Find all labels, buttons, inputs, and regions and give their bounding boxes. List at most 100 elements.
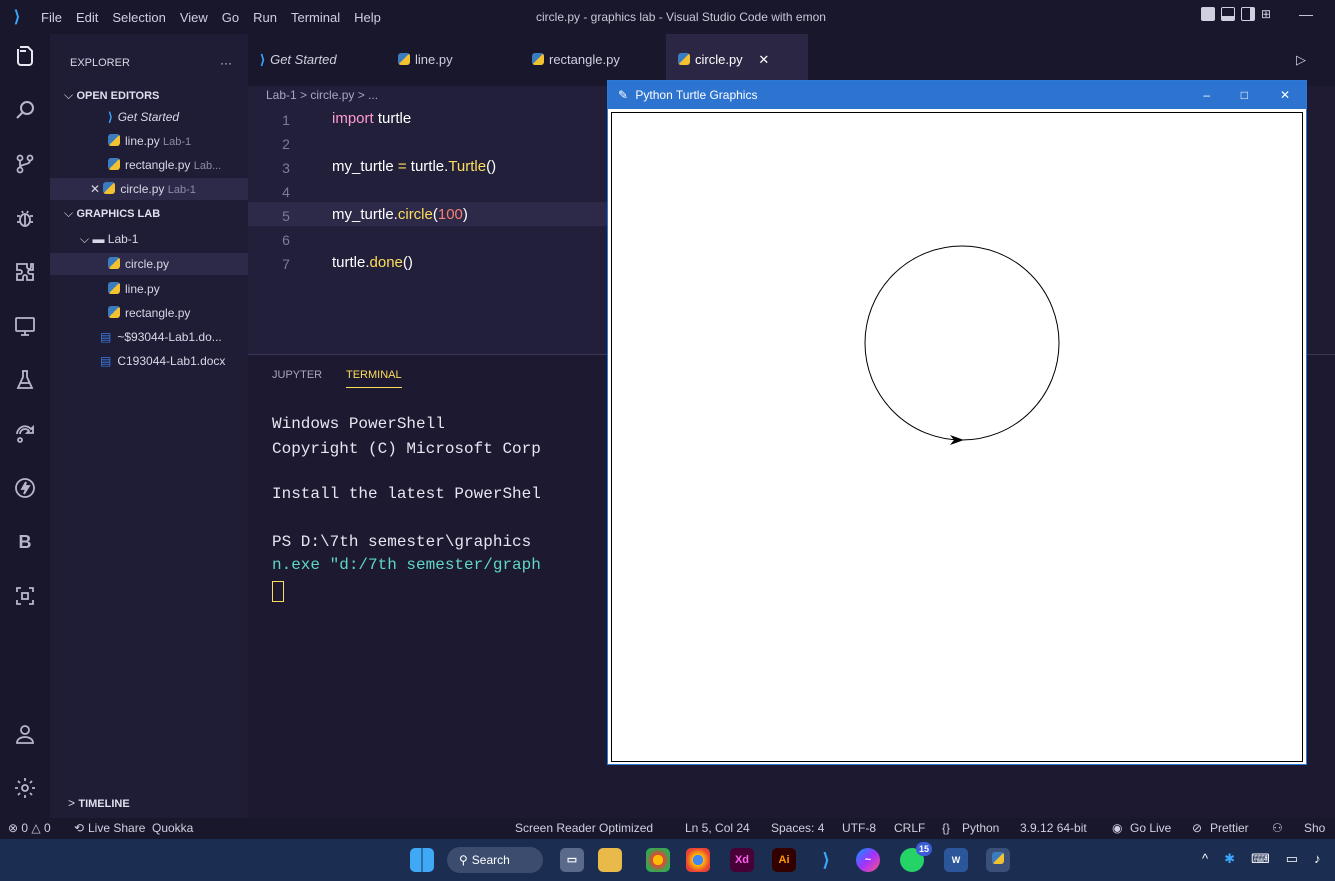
turtle-minimize-button[interactable]: –	[1203, 81, 1210, 109]
menu-go[interactable]: Go	[215, 10, 246, 25]
broadcast-icon: ◉	[1112, 821, 1123, 835]
adobe-xd-icon[interactable]: Xd	[730, 848, 754, 872]
turtle-maximize-button[interactable]: □	[1241, 81, 1248, 109]
accounts-icon[interactable]	[0, 722, 50, 752]
remote-explorer-icon[interactable]	[0, 314, 50, 344]
open-editor-line[interactable]: line.py Lab-1	[108, 130, 248, 152]
tab-jupyter[interactable]: JUPYTER	[272, 369, 322, 381]
run-file-icon[interactable]: ▷	[1296, 34, 1320, 86]
tab-get-started[interactable]: ⟩ Get Started	[248, 34, 386, 86]
folder-lab-1[interactable]: ⌵ ▬ Lab-1	[80, 228, 248, 250]
problems-indicator[interactable]: ⊗ 0 △ 0	[8, 818, 51, 839]
turtle-title-bar[interactable]: ✎ Python Turtle Graphics – □ ✕	[608, 81, 1306, 109]
toggle-secondary-sidebar-icon[interactable]	[1241, 7, 1255, 21]
eol-status[interactable]: CRLF	[894, 818, 925, 839]
qr-scan-icon[interactable]	[0, 584, 50, 614]
menu-terminal[interactable]: Terminal	[284, 10, 347, 25]
workspace-header[interactable]: ⌵ GRAPHICS LAB	[64, 202, 248, 224]
bluetooth-icon[interactable]: ✱	[1224, 851, 1235, 867]
word-icon[interactable]: W	[944, 848, 968, 872]
show-status[interactable]: Sho	[1304, 818, 1325, 839]
network-icon[interactable]: ▭	[1286, 851, 1298, 867]
open-editor-label: rectangle.py	[125, 158, 191, 172]
minimize-window-button[interactable]: —	[1291, 7, 1321, 21]
menu-run[interactable]: Run	[246, 10, 284, 25]
settings-gear-icon[interactable]	[0, 776, 50, 806]
windows-start-icon[interactable]	[410, 848, 434, 872]
chevron-right-icon: >	[68, 796, 79, 810]
code-editor[interactable]: Lab-1 > circle.py > ... 1 2 3 4 5 6 7 im…	[248, 86, 608, 354]
menu-selection[interactable]: Selection	[105, 10, 172, 25]
title-bar: ⟩ File Edit Selection View Go Run Termin…	[0, 0, 1335, 34]
python-interpreter[interactable]: 3.9.12 64-bit	[1020, 818, 1087, 839]
vscode-taskbar-icon[interactable]: ⟩	[814, 848, 838, 872]
python-taskbar-icon[interactable]	[986, 848, 1010, 872]
encoding-status[interactable]: UTF-8	[842, 818, 876, 839]
extensions-icon[interactable]	[0, 260, 50, 290]
tab-terminal[interactable]: TERMINAL	[346, 369, 402, 388]
bookmark-b-icon[interactable]: B	[0, 530, 50, 554]
file-lab-doc[interactable]: ▤ C193044-Lab1.docx	[100, 350, 248, 372]
volume-icon[interactable]: ♪	[1314, 851, 1321, 867]
chrome-profile-icon[interactable]	[686, 848, 710, 872]
menu-view[interactable]: View	[173, 10, 215, 25]
whatsapp-icon[interactable]: 15	[900, 842, 932, 872]
toggle-sidebar-icon[interactable]	[1201, 7, 1215, 21]
taskbar-search[interactable]: ⚲ Search	[447, 847, 543, 873]
close-tab-icon[interactable]: ✕	[758, 52, 769, 67]
go-live-button[interactable]: Go Live	[1130, 818, 1171, 839]
run-debug-icon[interactable]	[0, 206, 50, 236]
quokka-status[interactable]: Quokka	[152, 818, 193, 839]
source-control-icon[interactable]	[0, 152, 50, 182]
messenger-icon[interactable]: ~	[856, 848, 880, 872]
file-circle[interactable]: circle.py	[50, 253, 248, 275]
screen-reader-status[interactable]: Screen Reader Optimized	[515, 818, 653, 839]
toggle-panel-icon[interactable]	[1221, 7, 1235, 21]
quokka-icon[interactable]	[0, 476, 50, 506]
testing-icon[interactable]	[0, 368, 50, 398]
terminal-cursor[interactable]	[272, 581, 284, 602]
close-icon[interactable]: ✕	[90, 182, 103, 196]
task-view-icon[interactable]: ▭	[560, 848, 584, 872]
tab-line[interactable]: line.py	[386, 34, 510, 86]
file-line[interactable]: line.py	[108, 278, 248, 300]
file-rectangle[interactable]: rectangle.py	[108, 302, 248, 324]
live-share-status[interactable]: Live Share	[88, 818, 145, 839]
python-file-icon	[108, 306, 120, 318]
live-share-icon[interactable]	[0, 422, 50, 452]
turtle-close-button[interactable]: ✕	[1280, 81, 1290, 109]
tab-circle[interactable]: circle.py ✕	[666, 34, 808, 86]
turtle-graphics-window[interactable]: ✎ Python Turtle Graphics – □ ✕	[607, 80, 1307, 765]
search-icon[interactable]	[0, 98, 50, 128]
file-label: line.py	[125, 282, 160, 296]
tab-rectangle[interactable]: rectangle.py	[520, 34, 670, 86]
language-mode[interactable]: Python	[962, 818, 999, 839]
file-temp-doc[interactable]: ▤ ~$93044-Lab1.do...	[100, 326, 248, 348]
open-editor-rectangle[interactable]: rectangle.py Lab...	[108, 154, 248, 176]
open-editor-label: line.py	[125, 134, 160, 148]
chrome-icon[interactable]	[646, 848, 670, 872]
chevron-up-icon[interactable]: ^	[1202, 851, 1208, 867]
menu-edit[interactable]: Edit	[69, 10, 105, 25]
accounts-status-icon[interactable]: ⚇	[1272, 818, 1283, 839]
menu-help[interactable]: Help	[347, 10, 388, 25]
illustrator-icon[interactable]: Ai	[772, 848, 796, 872]
customize-layout-icon[interactable]: ⊞	[1261, 7, 1275, 21]
turtle-canvas[interactable]	[611, 112, 1303, 762]
file-explorer-icon[interactable]	[598, 848, 622, 872]
open-editor-circle[interactable]: ✕ circle.py Lab-1	[50, 178, 248, 200]
explorer-icon[interactable]	[0, 44, 50, 74]
menu-file[interactable]: File	[34, 10, 69, 25]
timeline-header[interactable]: > TIMELINE	[68, 792, 248, 814]
indentation-status[interactable]: Spaces: 4	[771, 818, 824, 839]
search-icon: ⚲	[459, 853, 468, 867]
breadcrumb[interactable]: Lab-1 > circle.py > ...	[266, 88, 378, 102]
cursor-position[interactable]: Ln 5, Col 24	[685, 818, 750, 839]
prettier-status[interactable]: Prettier	[1210, 818, 1249, 839]
explorer-more-button[interactable]: ···	[220, 52, 232, 74]
open-editors-header[interactable]: ⌵ OPEN EDITORS	[64, 84, 248, 106]
prettier-icon: ⊘	[1192, 821, 1203, 835]
keyboard-icon[interactable]: ⌨	[1251, 851, 1270, 867]
open-editor-get-started[interactable]: ⟩ Get Started	[108, 106, 248, 128]
live-share-status-icon: ⟲	[74, 821, 85, 835]
